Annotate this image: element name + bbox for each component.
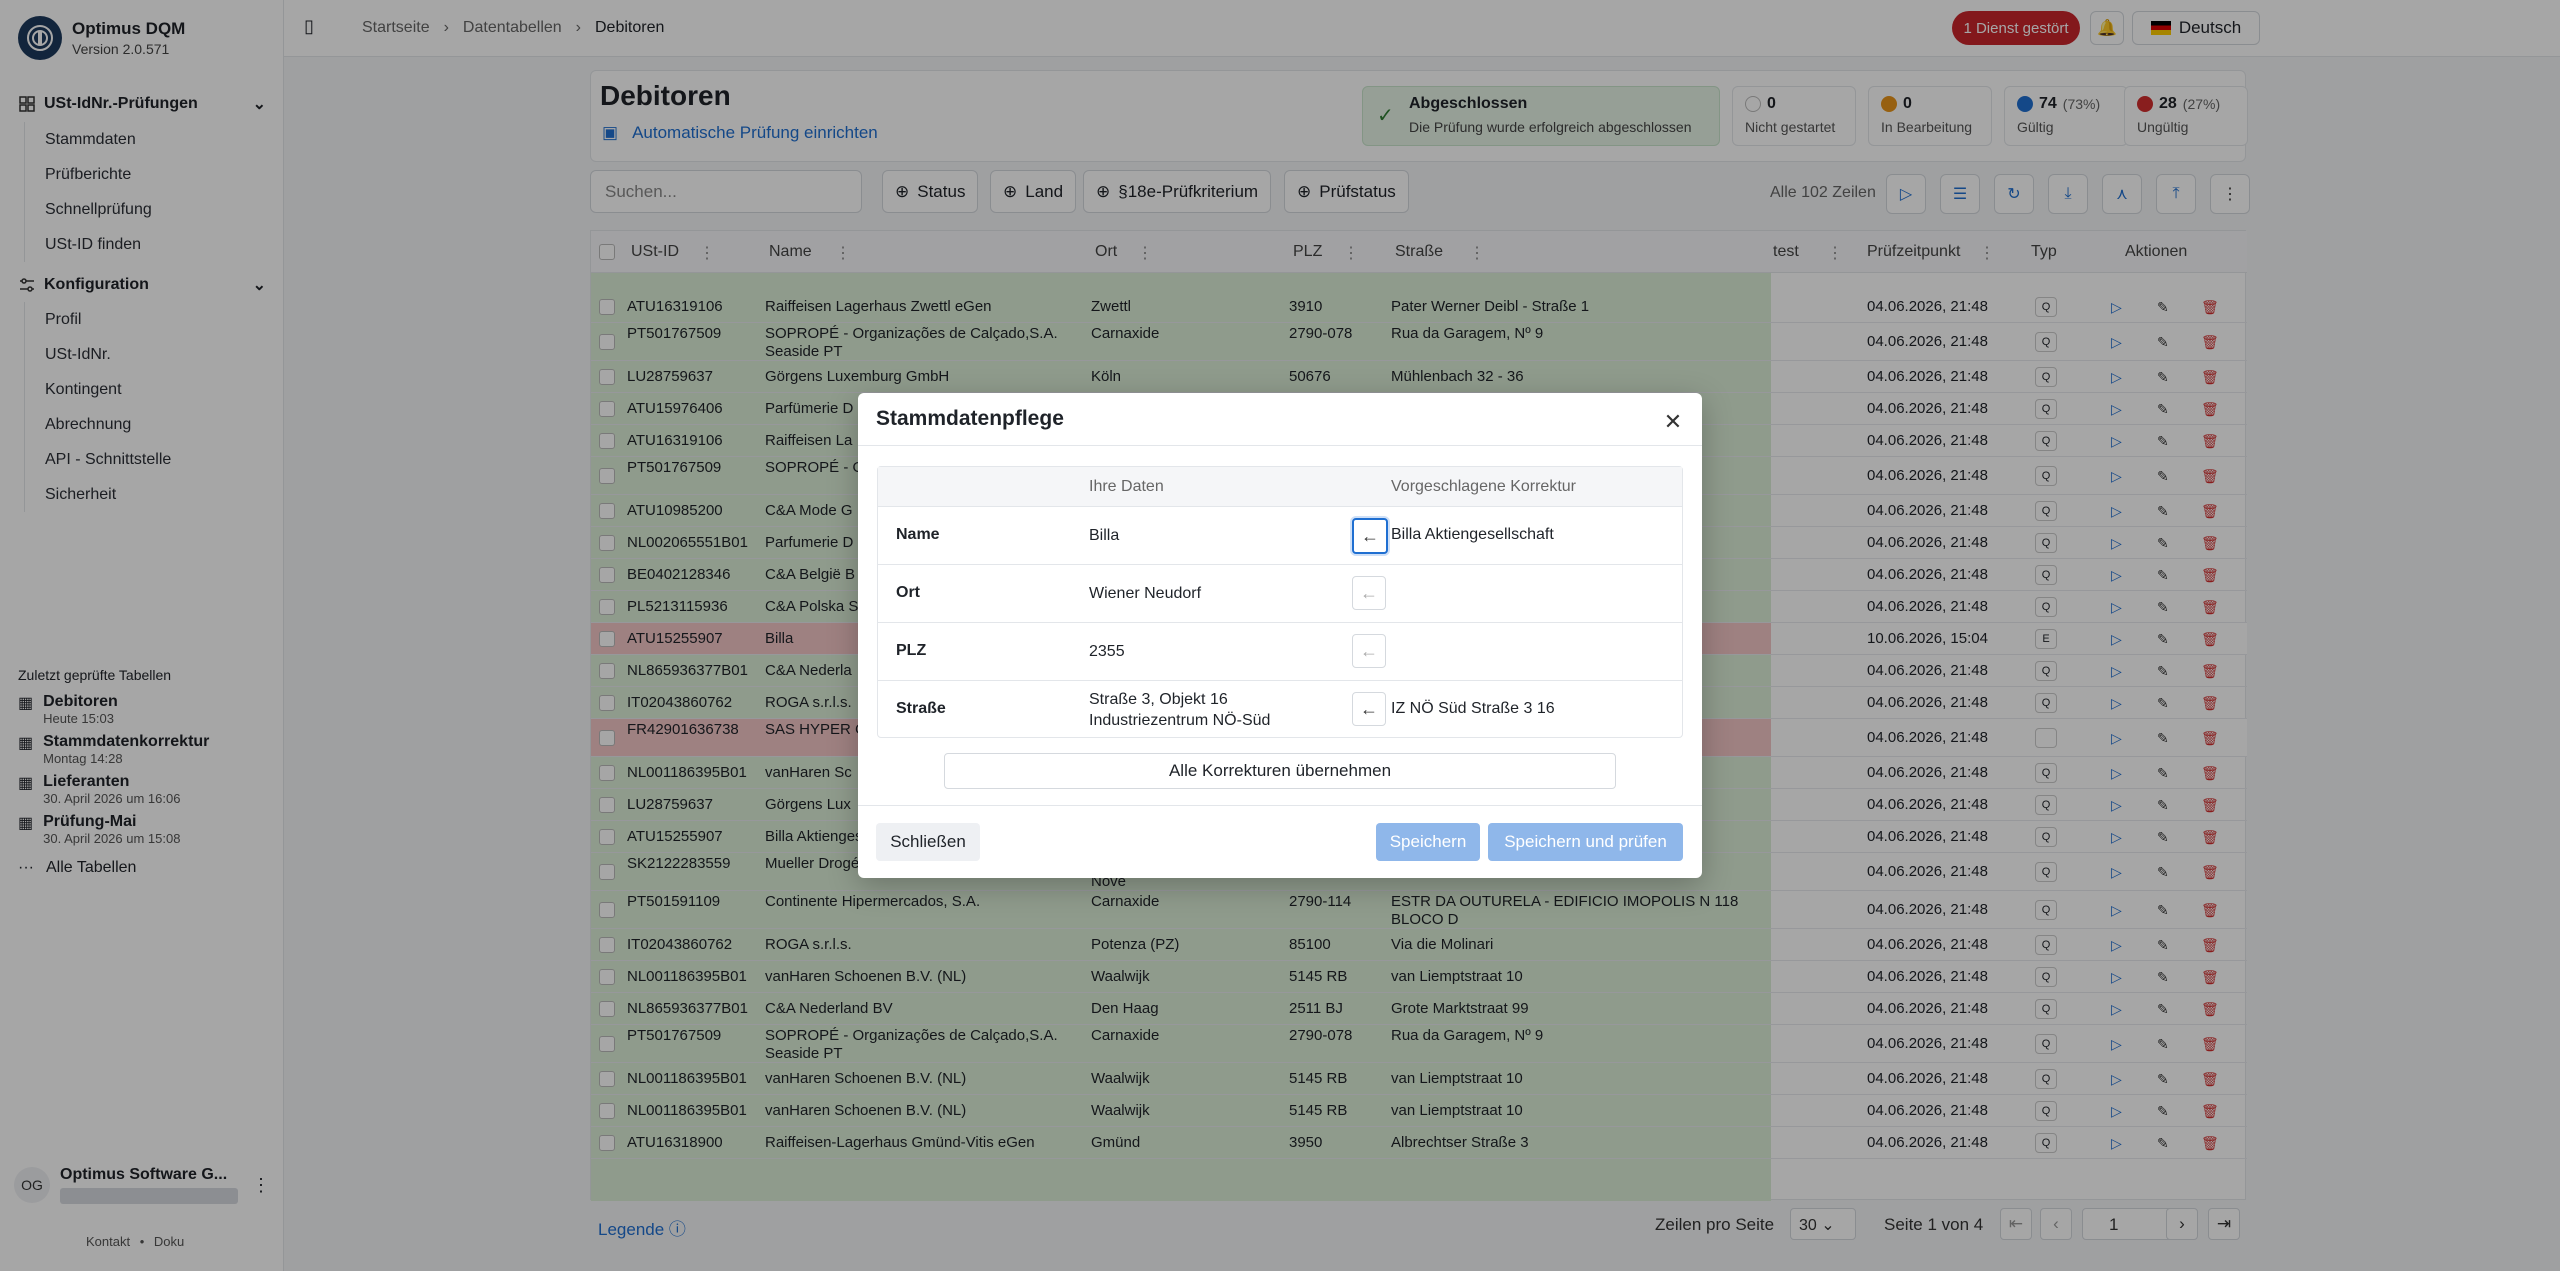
field-suggestion: IZ NÖ Süd Straße 3 16 xyxy=(1391,700,1555,717)
field-value: Straße 3, Objekt 16 xyxy=(1089,691,1228,708)
field-suggestion: Billa Aktiengesellschaft xyxy=(1391,526,1554,543)
correction-table: Ihre Daten Vorgeschlagene Korrektur Name… xyxy=(877,466,1683,738)
field-value-line2: Industriezentrum NÖ-Süd xyxy=(1089,712,1271,729)
col-your-data: Ihre Daten xyxy=(1089,478,1164,495)
save-button[interactable]: Speichern xyxy=(1376,823,1480,861)
apply-correction-arrow-icon[interactable]: ← xyxy=(1352,576,1386,610)
field-value: Wiener Neudorf xyxy=(1089,585,1202,602)
divider xyxy=(858,805,1702,806)
divider xyxy=(858,445,1702,446)
field-label: Ort xyxy=(896,584,920,601)
close-button[interactable]: Schließen xyxy=(876,823,980,861)
field-value: Billa xyxy=(1089,527,1120,544)
modal-title: Stammdatenpflege xyxy=(876,407,1064,430)
correction-row-ort: Ort Wiener Neudorf ← xyxy=(878,565,1682,623)
apply-correction-arrow-icon[interactable]: ← xyxy=(1352,634,1386,668)
apply-correction-arrow-icon[interactable]: ← xyxy=(1352,692,1386,726)
correction-row-strasse: Straße Straße 3, Objekt 16 Industriezent… xyxy=(878,681,1682,739)
field-label: Straße xyxy=(896,700,946,717)
field-label: PLZ xyxy=(896,642,927,659)
app: Optimus DQM Version 2.0.571 USt-IdNr.-Pr… xyxy=(0,0,2560,1271)
close-icon[interactable]: ✕ xyxy=(1658,407,1688,437)
correction-row-name: Name Billa ← Billa Aktiengesellschaft xyxy=(878,507,1682,565)
field-value: 2355 xyxy=(1089,643,1125,660)
field-label: Name xyxy=(896,526,940,543)
save-and-check-button[interactable]: Speichern und prüfen xyxy=(1488,823,1683,861)
correction-table-header: Ihre Daten Vorgeschlagene Korrektur xyxy=(878,467,1682,507)
stammdaten-modal: Stammdatenpflege ✕ Ihre Daten Vorgeschla… xyxy=(858,393,1702,878)
correction-row-plz: PLZ 2355 ← xyxy=(878,623,1682,681)
apply-all-button[interactable]: Alle Korrekturen übernehmen xyxy=(944,753,1616,789)
apply-correction-arrow-icon[interactable]: ← xyxy=(1352,518,1388,554)
col-suggestion: Vorgeschlagene Korrektur xyxy=(1391,478,1576,495)
